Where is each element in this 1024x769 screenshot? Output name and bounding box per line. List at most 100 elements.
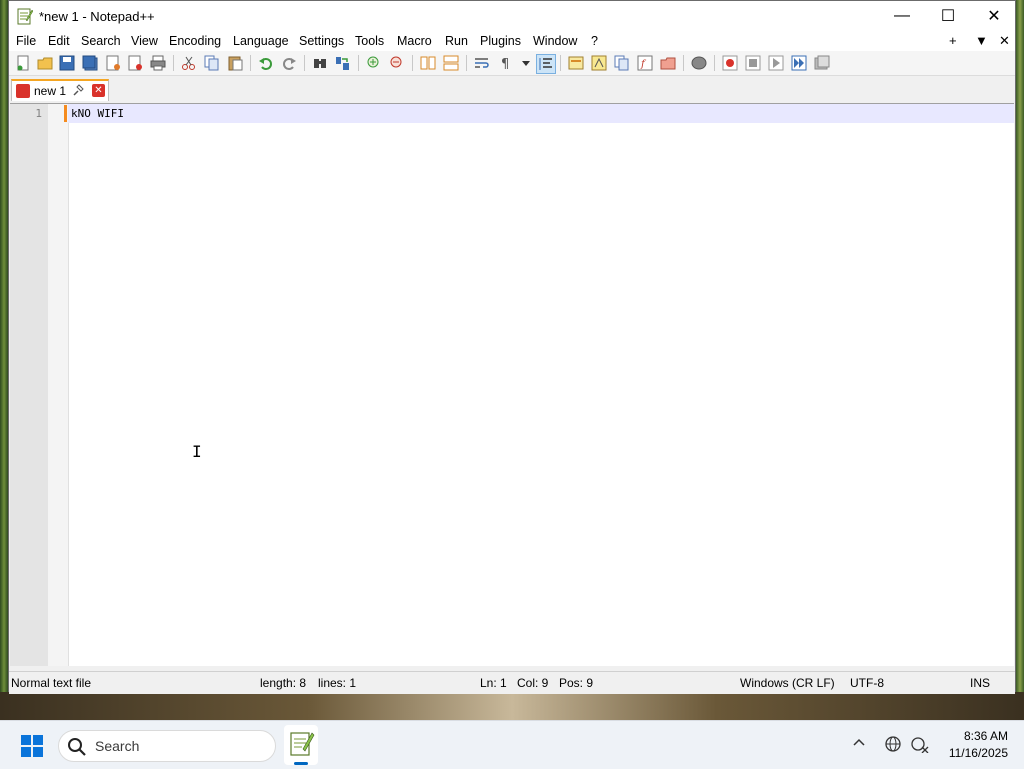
- close-all-icon[interactable]: [126, 54, 144, 72]
- notepadpp-window: *new 1 - Notepad++ — ☐ ✕ File Edit Searc…: [8, 0, 1016, 694]
- user-defined-language-icon[interactable]: [567, 54, 585, 72]
- function-list-icon[interactable]: f: [636, 54, 654, 72]
- menu-window[interactable]: Window: [533, 34, 577, 48]
- mouse-ibeam-cursor: I: [192, 442, 202, 461]
- sync-vertical-icon[interactable]: [419, 54, 437, 72]
- change-history-marker: [64, 105, 67, 122]
- status-lines: lines: 1: [318, 676, 357, 690]
- redo-icon[interactable]: [280, 54, 298, 72]
- toolbar-separator: [173, 55, 174, 71]
- macro-save-icon[interactable]: [813, 54, 831, 72]
- menu-help[interactable]: ?: [591, 34, 598, 48]
- document-map-icon[interactable]: [590, 54, 608, 72]
- close-document-icon[interactable]: ✕: [999, 33, 1010, 49]
- new-tab-plus-icon[interactable]: +: [949, 33, 957, 48]
- menu-bar: File Edit Search View Encoding Language …: [9, 31, 1015, 51]
- sync-horizontal-icon[interactable]: [442, 54, 460, 72]
- maximize-button[interactable]: ☐: [925, 1, 971, 31]
- tab-bar: new 1 ✕: [9, 76, 1015, 102]
- menu-view[interactable]: View: [131, 34, 158, 48]
- menu-search[interactable]: Search: [81, 34, 121, 48]
- dropdown-arrow-icon[interactable]: [517, 54, 535, 72]
- zoom-out-icon[interactable]: [388, 54, 406, 72]
- close-file-icon[interactable]: [104, 54, 122, 72]
- show-hidden-icons-chevron-icon[interactable]: [852, 735, 866, 751]
- close-button[interactable]: ✕: [971, 1, 1017, 31]
- macro-stop-icon[interactable]: [744, 54, 762, 72]
- macro-run-multiple-icon[interactable]: [790, 54, 808, 72]
- svg-text:¶: ¶: [501, 57, 509, 71]
- desktop-background-right: [1016, 0, 1024, 720]
- paste-icon[interactable]: [226, 54, 244, 72]
- menu-tools[interactable]: Tools: [355, 34, 384, 48]
- menu-language[interactable]: Language: [233, 34, 289, 48]
- document-list-icon[interactable]: [613, 54, 631, 72]
- toolbar-separator: [466, 55, 467, 71]
- language-globe-icon[interactable]: [884, 735, 902, 757]
- status-file-type: Normal text file: [11, 676, 92, 690]
- unsaved-file-icon: [16, 84, 30, 98]
- minimize-button[interactable]: —: [879, 1, 925, 31]
- menu-file[interactable]: File: [16, 34, 36, 48]
- editor-area[interactable]: 1 kNO WIFI I: [10, 103, 1014, 666]
- status-eol-format[interactable]: Windows (CR LF): [740, 676, 835, 690]
- tab-list-dropdown-icon[interactable]: ▼: [975, 33, 988, 48]
- toolbar-separator: [714, 55, 715, 71]
- network-disconnected-icon[interactable]: [910, 735, 930, 757]
- indent-guide-icon[interactable]: [536, 54, 556, 74]
- new-file-icon[interactable]: [14, 54, 32, 72]
- status-insert-mode[interactable]: INS: [970, 676, 990, 690]
- clock-date[interactable]: 11/16/2025: [940, 746, 1008, 760]
- menu-settings[interactable]: Settings: [299, 34, 344, 48]
- save-all-icon[interactable]: [81, 54, 99, 72]
- windows-start-icon[interactable]: [20, 734, 44, 758]
- status-bar: Normal text file length: 8 lines: 1 Ln: …: [9, 671, 1015, 694]
- current-line-highlight: [68, 104, 1014, 123]
- zoom-in-icon[interactable]: [365, 54, 383, 72]
- search-icon: [68, 738, 86, 756]
- toolbar-separator: [412, 55, 413, 71]
- toolbar-separator: [304, 55, 305, 71]
- fold-margin[interactable]: [48, 104, 69, 666]
- open-file-icon[interactable]: [36, 54, 54, 72]
- text-line[interactable]: kNO WIFI: [71, 107, 124, 120]
- find-icon[interactable]: [311, 54, 329, 72]
- toolbar-separator: [250, 55, 251, 71]
- macro-record-icon[interactable]: [721, 54, 739, 72]
- copy-icon[interactable]: [203, 54, 221, 72]
- word-wrap-icon[interactable]: [473, 54, 491, 72]
- taskbar: Search 8:36 AM 11/16/2025: [0, 720, 1024, 769]
- title-bar[interactable]: *new 1 - Notepad++ — ☐ ✕: [9, 1, 1015, 31]
- menu-plugins[interactable]: Plugins: [480, 34, 521, 48]
- status-encoding[interactable]: UTF-8: [850, 676, 884, 690]
- save-icon[interactable]: [58, 54, 76, 72]
- clock-time[interactable]: 8:36 AM: [958, 729, 1008, 743]
- cut-icon[interactable]: [180, 54, 198, 72]
- menu-edit[interactable]: Edit: [48, 34, 70, 48]
- menu-encoding[interactable]: Encoding: [169, 34, 221, 48]
- toolbar-separator: [358, 55, 359, 71]
- active-app-indicator: [294, 762, 308, 765]
- search-placeholder: Search: [95, 738, 140, 754]
- monitoring-icon[interactable]: [690, 54, 708, 72]
- print-icon[interactable]: [149, 54, 167, 72]
- status-length: length: 8: [260, 676, 307, 690]
- undo-icon[interactable]: [257, 54, 275, 72]
- taskbar-search-box[interactable]: Search: [58, 730, 276, 762]
- show-all-characters-icon[interactable]: ¶: [497, 54, 515, 72]
- status-column: Col: 9: [517, 676, 549, 690]
- menu-run[interactable]: Run: [445, 34, 468, 48]
- menu-macro[interactable]: Macro: [397, 34, 432, 48]
- line-number-margin: 1: [10, 104, 48, 666]
- taskbar-notepadpp-button[interactable]: [284, 725, 318, 765]
- line-number: 1: [35, 107, 42, 120]
- tab-close-icon[interactable]: ✕: [92, 84, 105, 97]
- desktop-background-left: [0, 0, 8, 720]
- pin-icon[interactable]: [72, 84, 84, 99]
- tab-label: new 1: [34, 84, 67, 98]
- macro-play-icon[interactable]: [767, 54, 785, 72]
- toolbar-separator: [683, 55, 684, 71]
- tab-new-1[interactable]: new 1 ✕: [11, 79, 109, 101]
- folder-as-workspace-icon[interactable]: [659, 54, 677, 72]
- replace-icon[interactable]: [334, 54, 352, 72]
